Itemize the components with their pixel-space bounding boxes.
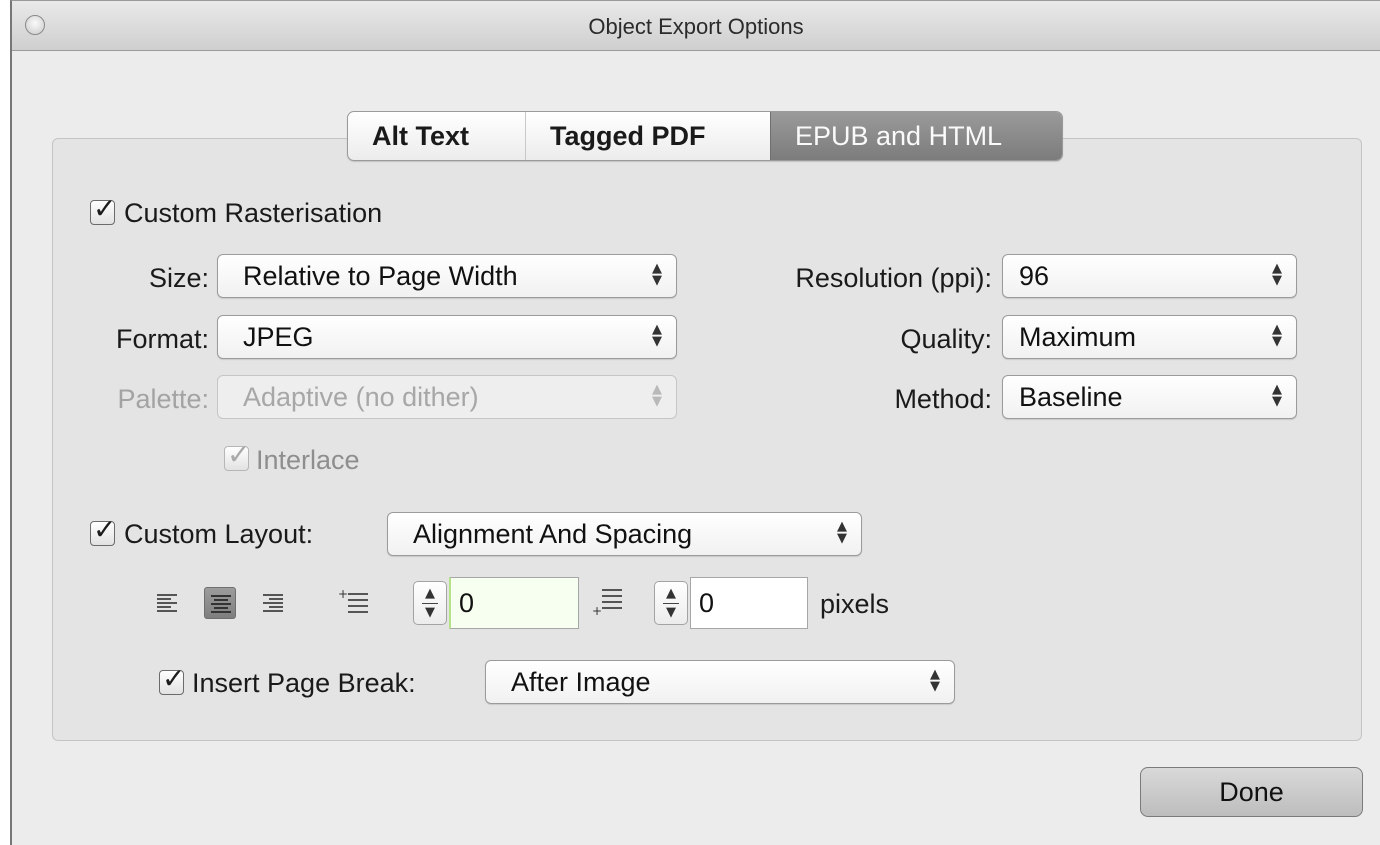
interlace-checkbox: ✓ [224, 438, 250, 471]
space-after-icon: + [592, 589, 622, 618]
align-left-button[interactable] [152, 587, 184, 619]
custom-rasterisation-checkbox[interactable]: ✓ [90, 192, 116, 225]
done-button[interactable]: Done [1140, 767, 1363, 817]
checkmark-icon: ✓ [93, 513, 117, 546]
format-value: JPEG [243, 322, 314, 352]
up-down-arrows-icon: ▲ ▼ [1272, 322, 1282, 349]
quality-label: Quality: [900, 324, 992, 354]
up-down-arrows-icon: ▲ ▼ [652, 261, 662, 288]
palette-label: Palette: [117, 384, 209, 414]
up-down-arrows-icon: ▲ ▼ [837, 519, 847, 546]
up-down-arrows-icon: ▲ ▼ [930, 667, 940, 694]
svg-text:+: + [338, 587, 348, 601]
size-label: Size: [148, 263, 209, 293]
tab-tagged-pdf[interactable]: Tagged PDF [525, 112, 770, 160]
interlace-label: Interlace [256, 445, 360, 475]
resolution-select[interactable]: 96 ▲ ▼ [1002, 254, 1297, 298]
units-label: pixels [820, 589, 890, 619]
checkmark-icon: ✓ [93, 192, 117, 225]
custom-rasterisation-label: Custom Rasterisation [124, 198, 383, 228]
align-center-icon [211, 595, 231, 613]
space-after-input[interactable]: 0 [690, 577, 808, 629]
insert-page-break-label: Insert Page Break: [192, 668, 416, 698]
format-select[interactable]: JPEG ▲ ▼ [217, 315, 677, 359]
dialog-window: Object Export Options Alt Text Tagged PD… [10, 0, 1380, 845]
tab-bar: Alt Text Tagged PDF EPUB and HTML [347, 111, 1063, 161]
method-label: Method: [894, 384, 992, 414]
title-bar: Object Export Options [12, 1, 1380, 51]
space-before-stepper[interactable]: ▲ ▼ [413, 581, 447, 625]
tab-alt-text[interactable]: Alt Text [348, 112, 525, 160]
custom-layout-select[interactable]: Alignment And Spacing ▲ ▼ [387, 512, 862, 556]
page-break-value: After Image [511, 667, 651, 697]
palette-value: Adaptive (no dither) [243, 382, 479, 412]
align-center-button[interactable] [204, 587, 236, 619]
up-down-arrows-icon: ▲ ▼ [652, 322, 662, 349]
up-down-arrows-icon: ▲ ▼ [652, 382, 662, 409]
resolution-label: Resolution (ppi): [795, 263, 992, 293]
quality-select[interactable]: Maximum ▲ ▼ [1002, 315, 1297, 359]
resolution-value: 96 [1019, 261, 1050, 291]
up-down-arrows-icon: ▲ ▼ [1272, 261, 1282, 288]
method-select[interactable]: Baseline ▲ ▼ [1002, 375, 1297, 419]
arrow-down-icon: ▼ [666, 605, 676, 620]
tab-epub-html[interactable]: EPUB and HTML [770, 112, 1062, 160]
space-before-icon: + [338, 587, 368, 613]
format-label: Format: [115, 324, 209, 354]
custom-layout-value: Alignment And Spacing [413, 519, 693, 549]
checkmark-icon: ✓ [162, 662, 186, 695]
space-before-input[interactable]: 0 [449, 577, 579, 629]
size-value: Relative to Page Width [243, 261, 518, 291]
checkmark-icon: ✓ [227, 438, 251, 471]
custom-layout-checkbox[interactable]: ✓ [90, 513, 116, 546]
method-value: Baseline [1019, 382, 1123, 412]
align-right-icon [263, 594, 283, 612]
up-down-arrows-icon: ▲ ▼ [1272, 382, 1282, 409]
arrow-down-icon: ▼ [425, 605, 435, 620]
size-select[interactable]: Relative to Page Width ▲ ▼ [217, 254, 677, 298]
palette-select: Adaptive (no dither) ▲ ▼ [217, 375, 677, 419]
window-title: Object Export Options [588, 14, 804, 39]
align-left-icon [157, 594, 177, 612]
svg-text:+: + [592, 604, 602, 618]
insert-page-break-checkbox[interactable]: ✓ [159, 662, 185, 695]
align-right-button[interactable] [256, 587, 288, 619]
custom-layout-label: Custom Layout: [124, 519, 314, 549]
page-break-select[interactable]: After Image ▲ ▼ [485, 660, 955, 704]
space-after-stepper[interactable]: ▲ ▼ [654, 581, 688, 625]
quality-value: Maximum [1019, 322, 1137, 352]
